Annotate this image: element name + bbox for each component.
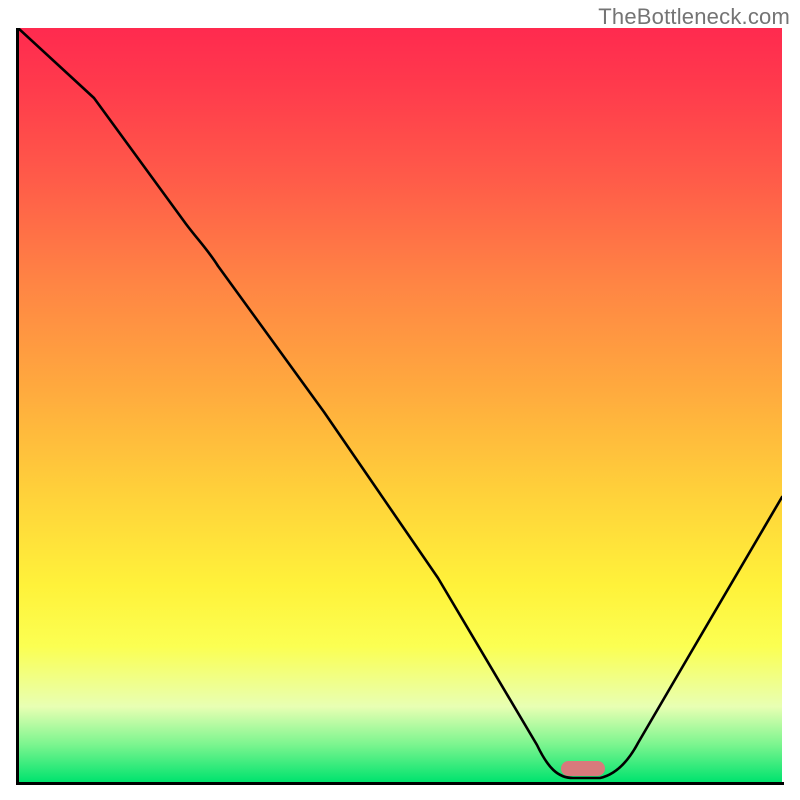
y-axis-line (16, 28, 19, 782)
x-axis-line (16, 782, 784, 785)
bottleneck-curve-svg (18, 28, 782, 782)
bottleneck-curve-path (18, 28, 782, 778)
chart-stage: TheBottleneck.com (0, 0, 800, 800)
watermark-text: TheBottleneck.com (598, 4, 790, 30)
optimal-marker (561, 761, 605, 776)
